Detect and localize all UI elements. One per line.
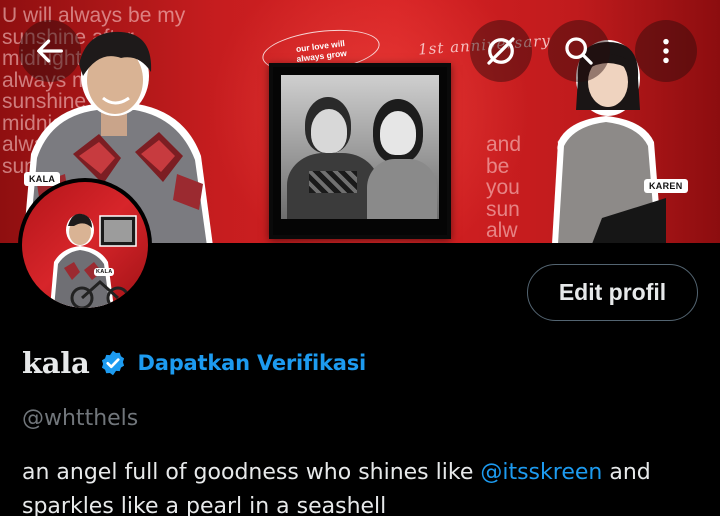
edit-profile-button[interactable]: Edit profil <box>527 264 698 321</box>
profile-handle: @whtthels <box>22 406 139 431</box>
arrow-left-icon <box>37 39 63 63</box>
search-button[interactable] <box>548 20 610 82</box>
get-verified-link[interactable]: Dapatkan Verifikasi <box>138 351 367 375</box>
photo-woman-body <box>367 159 437 219</box>
banner-couple-photo <box>269 63 451 239</box>
couple-photo-image <box>281 75 439 219</box>
more-vertical-icon <box>663 38 669 64</box>
mute-button[interactable] <box>470 20 532 82</box>
avatar-illustration <box>50 213 137 308</box>
verified-badge-icon[interactable] <box>99 349 127 377</box>
photo-man-face <box>311 109 347 153</box>
back-button[interactable] <box>19 20 81 82</box>
banner-tag-karen: KAREN <box>644 179 688 193</box>
display-name: kala <box>22 346 90 380</box>
avatar-tag-kala: KALA <box>94 268 115 276</box>
photo-man-pattern <box>309 171 357 193</box>
search-icon <box>565 37 593 65</box>
profile-bio: an angel full of goodness who shines lik… <box>22 456 712 516</box>
photo-woman-face <box>380 111 416 155</box>
profile-avatar[interactable]: KALA <box>18 178 152 312</box>
profile-name-row: kala Dapatkan Verifikasi <box>22 343 366 383</box>
circle-slash-icon <box>487 37 515 65</box>
avatar-image: KALA <box>22 182 148 308</box>
more-button[interactable] <box>635 20 697 82</box>
banner-love-caption: our love will always grow <box>295 38 348 65</box>
bio-mention-link[interactable]: @itsskreen <box>480 460 602 485</box>
bio-text-start: an angel full of goodness who shines lik… <box>22 460 481 485</box>
